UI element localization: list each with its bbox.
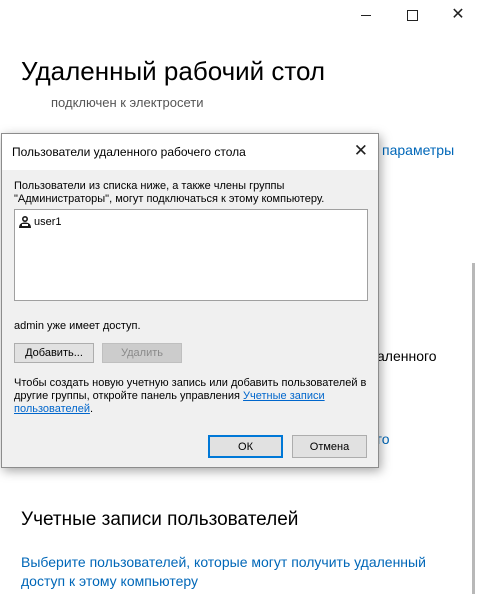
close-icon[interactable]: ✕ bbox=[354, 142, 368, 159]
cancel-button[interactable]: Отмена bbox=[292, 435, 367, 458]
minimize-icon bbox=[361, 14, 371, 16]
section-title: Учетные записи пользователей bbox=[21, 509, 299, 530]
remote-users-dialog: Пользователи удаленного рабочего стола ✕… bbox=[1, 133, 379, 468]
note-end: . bbox=[89, 403, 94, 415]
ok-button[interactable]: ОК bbox=[208, 435, 283, 458]
list-item[interactable]: user1 bbox=[18, 215, 62, 229]
minimize-button[interactable] bbox=[343, 2, 389, 28]
access-text: admin уже имеет доступ. bbox=[14, 320, 141, 332]
note-text: Чтобы создать новую учетную запись или д… bbox=[14, 377, 370, 416]
advanced-settings-link[interactable]: параметры bbox=[382, 142, 454, 158]
close-icon: ✕ bbox=[451, 6, 465, 23]
users-list[interactable]: user1 bbox=[14, 209, 368, 301]
dialog-titlebar[interactable]: Пользователи удаленного рабочего стола ✕ bbox=[2, 134, 378, 170]
background-text-partial: аленного bbox=[377, 348, 437, 364]
scrollbar[interactable] bbox=[472, 263, 475, 594]
dialog-description: Пользователи из списка ниже, а также чле… bbox=[14, 180, 325, 205]
dialog-title: Пользователи удаленного рабочего стола bbox=[12, 145, 246, 159]
maximize-button[interactable] bbox=[389, 2, 435, 28]
close-window-button[interactable]: ✕ bbox=[435, 2, 477, 28]
select-users-link[interactable]: Выберите пользователей, которые могут по… bbox=[21, 553, 451, 591]
user-name: user1 bbox=[34, 216, 62, 228]
user-icon bbox=[19, 216, 31, 228]
page-title: Удаленный рабочий стол bbox=[21, 56, 326, 86]
remove-button[interactable]: Удалить bbox=[102, 343, 182, 363]
power-status: подключен к электросети bbox=[51, 95, 204, 110]
add-button[interactable]: Добавить... bbox=[14, 343, 94, 363]
maximize-icon bbox=[406, 9, 418, 21]
